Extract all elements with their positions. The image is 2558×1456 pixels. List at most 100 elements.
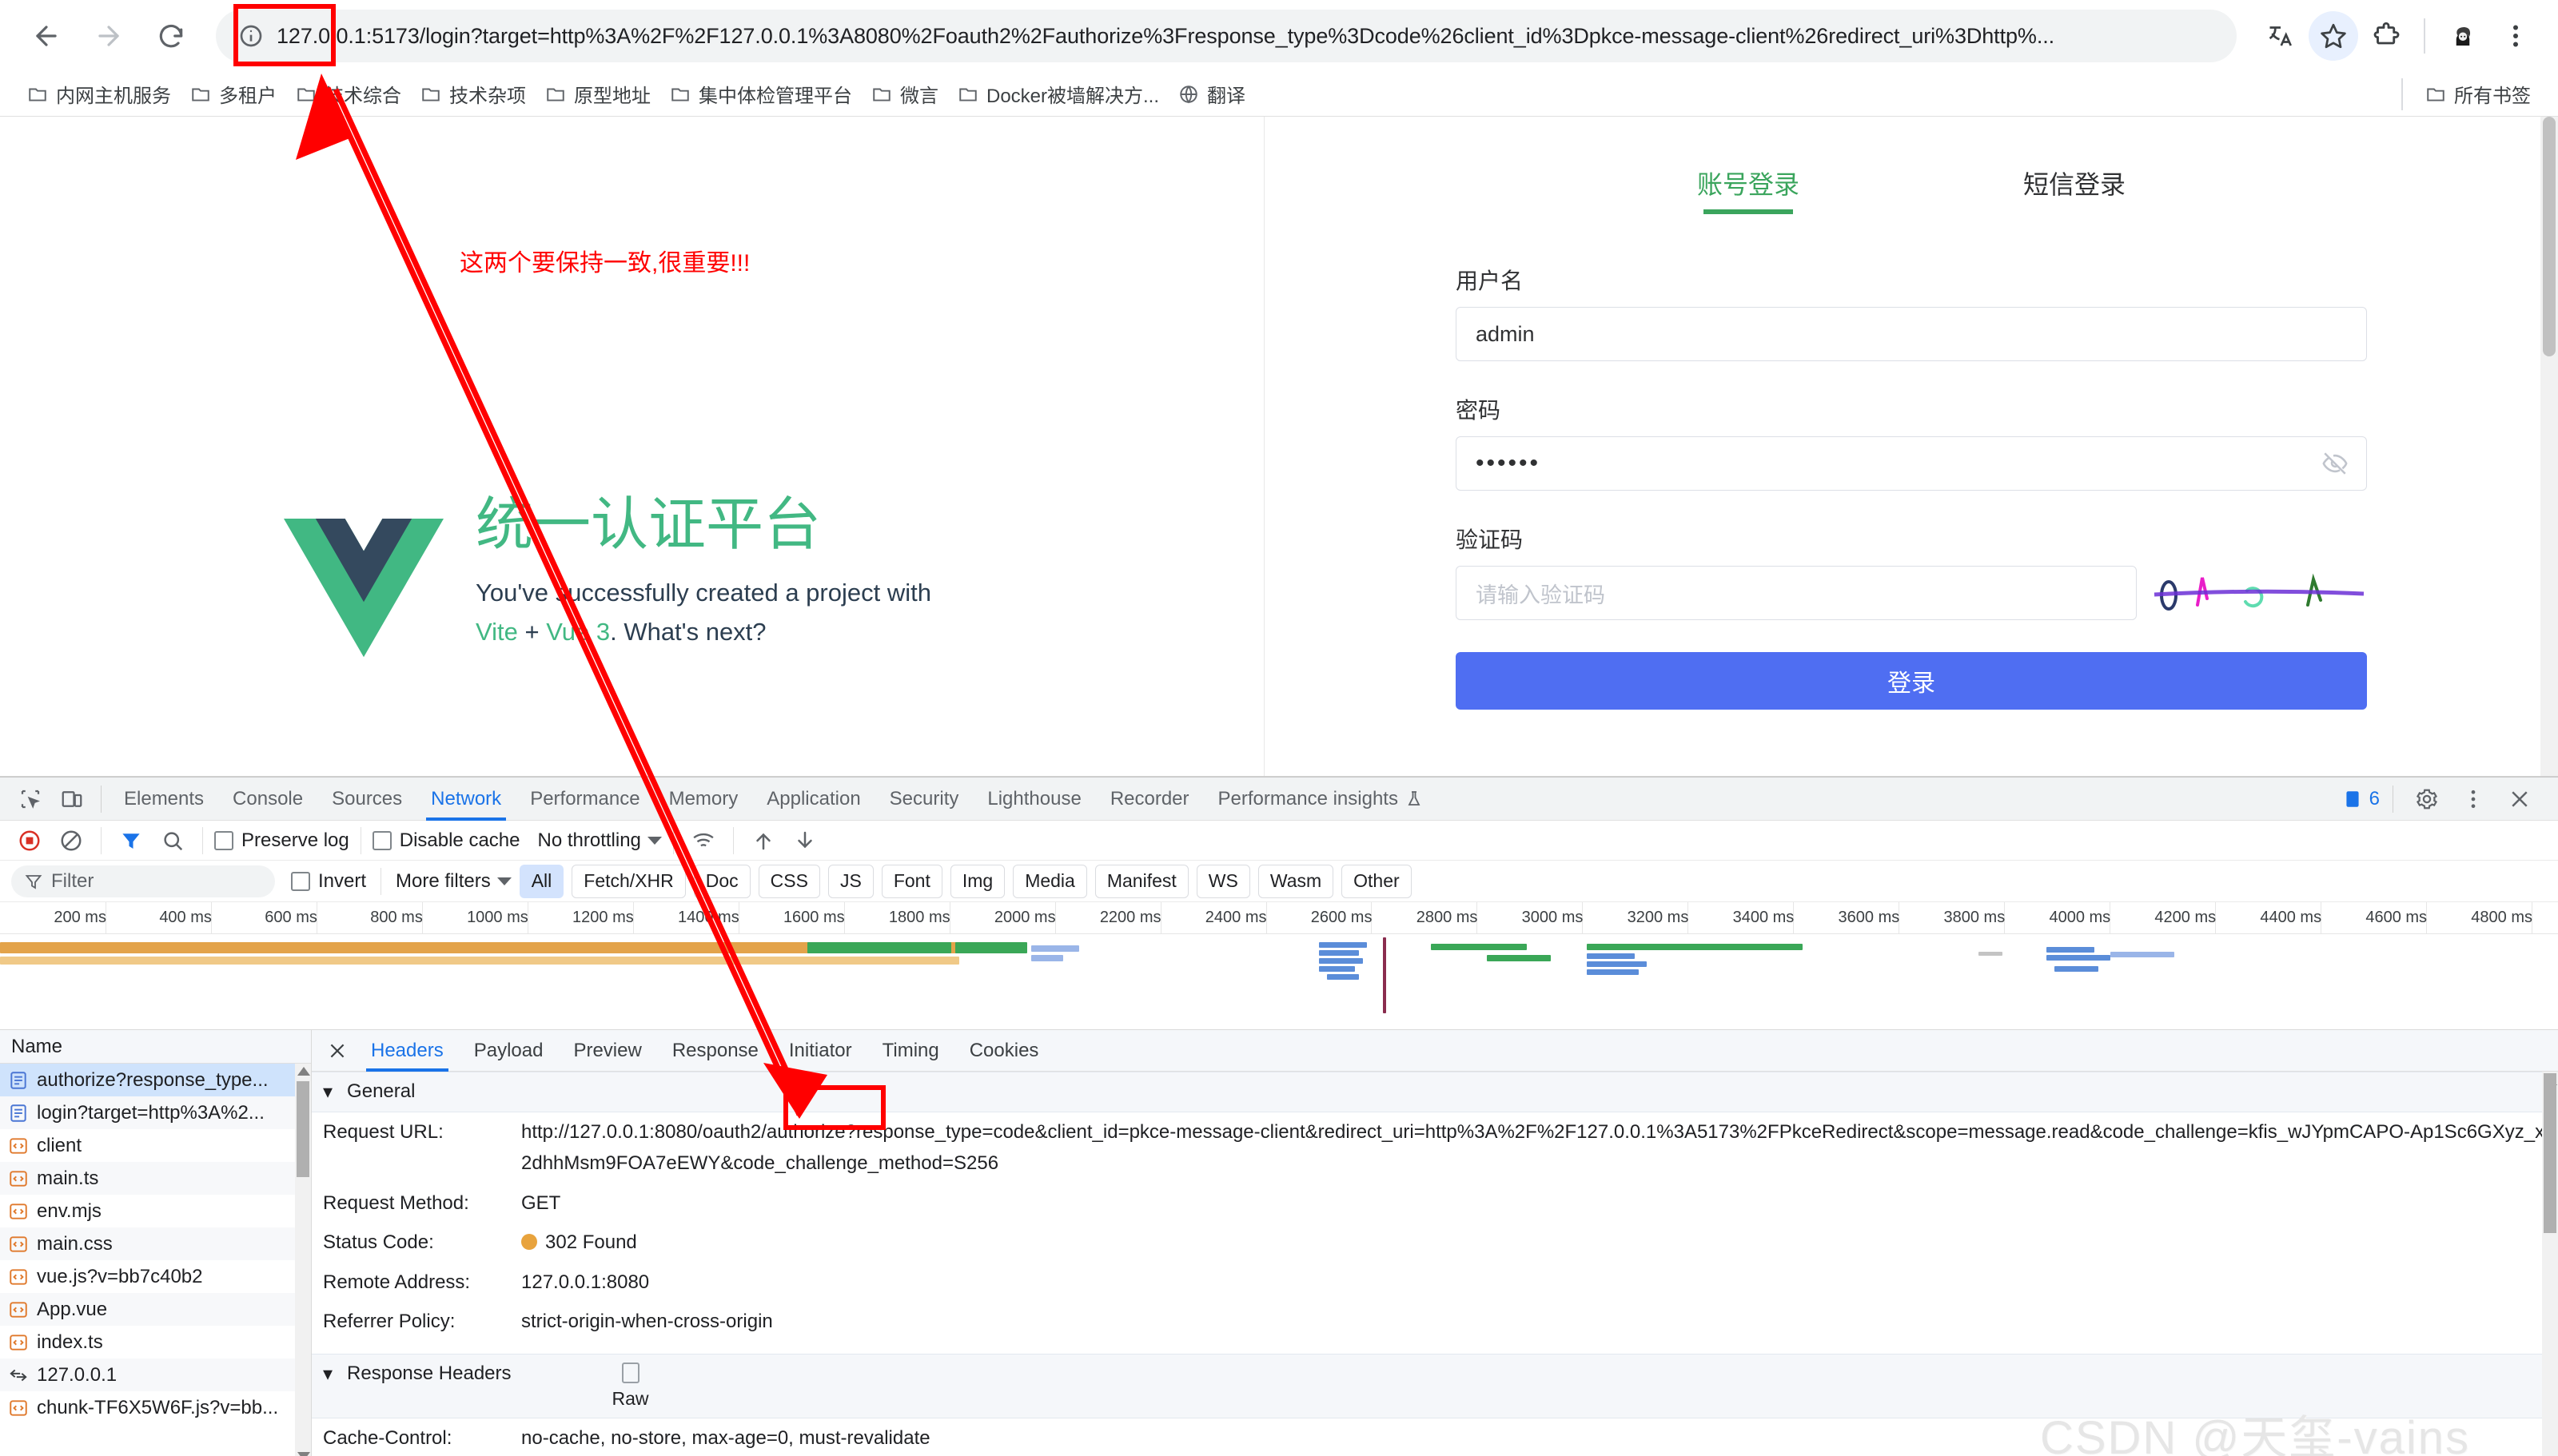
vite-link[interactable]: Vite — [476, 618, 518, 646]
type-chip-doc[interactable]: Doc — [693, 864, 751, 898]
type-chip-img[interactable]: Img — [950, 864, 1006, 898]
request-row[interactable]: index.ts — [0, 1326, 311, 1359]
message-count-badge[interactable]: 6 — [2342, 788, 2380, 810]
request-row[interactable]: 127.0.0.1 — [0, 1359, 311, 1392]
translate-icon[interactable] — [2256, 11, 2305, 61]
type-chip-ws[interactable]: WS — [1196, 864, 1250, 898]
password-input[interactable]: •••••• — [1456, 436, 2367, 491]
preserve-log-box[interactable] — [214, 830, 233, 850]
type-chip-font[interactable]: Font — [881, 864, 942, 898]
tab-sms-login[interactable]: 短信登录 — [2023, 165, 2126, 214]
bookmark-item[interactable]: 技术杂项 — [411, 75, 536, 113]
eye-off-icon[interactable] — [2321, 450, 2349, 477]
type-chip-media[interactable]: Media — [1013, 864, 1087, 898]
bookmark-item[interactable]: 多租户 — [181, 75, 286, 113]
detail-tab-timing[interactable]: Timing — [868, 1030, 954, 1072]
raw-checkbox[interactable] — [621, 1362, 640, 1383]
detail-tab-preview[interactable]: Preview — [559, 1030, 655, 1072]
request-row[interactable]: env.mjs — [0, 1195, 311, 1227]
detail-tab-payload[interactable]: Payload — [460, 1030, 558, 1072]
type-chip-css[interactable]: CSS — [758, 864, 820, 898]
scroll-up-arrow-icon[interactable] — [297, 1067, 310, 1076]
type-chip-manifest[interactable]: Manifest — [1094, 864, 1189, 898]
request-scrollbar-thumb[interactable] — [297, 1081, 309, 1178]
tab-lighthouse[interactable]: Lighthouse — [973, 778, 1095, 821]
bookmark-item[interactable]: 技术综合 — [286, 75, 411, 113]
request-row[interactable]: App.vue — [0, 1293, 311, 1327]
detail-tab-cookies[interactable]: Cookies — [955, 1030, 1054, 1072]
username-input[interactable]: admin — [1456, 307, 2367, 361]
preserve-log-checkbox[interactable]: Preserve log — [214, 829, 349, 852]
all-bookmarks[interactable]: 所有书签 — [2401, 75, 2540, 113]
tab-application[interactable]: Application — [752, 778, 875, 821]
type-chip-other[interactable]: Other — [1341, 864, 1412, 898]
detail-tab-headers[interactable]: Headers — [357, 1030, 458, 1072]
tab-performance[interactable]: Performance — [516, 778, 654, 821]
tab-performance-insights[interactable]: Performance insights — [1204, 778, 1438, 821]
page-scrollbar-thumb[interactable] — [2543, 117, 2556, 356]
tab-recorder[interactable]: Recorder — [1096, 778, 1204, 821]
general-section-header[interactable]: ▾ General — [312, 1072, 2558, 1113]
detail-scrollbar[interactable] — [2542, 1072, 2558, 1456]
type-chip-js[interactable]: JS — [827, 864, 874, 898]
captcha-image[interactable] — [2151, 567, 2367, 619]
record-button[interactable] — [11, 824, 48, 857]
request-row[interactable]: client — [0, 1129, 311, 1162]
captcha-input[interactable]: 请输入验证码 — [1456, 566, 2137, 620]
request-row[interactable]: main.ts — [0, 1162, 311, 1195]
detail-tab-response[interactable]: Response — [658, 1030, 773, 1072]
address-bar[interactable]: 127.0.0.1:5173/login?target=http%3A%2F%2… — [216, 10, 2237, 62]
bookmark-item[interactable]: 内网主机服务 — [18, 75, 181, 113]
vue-link[interactable]: Vue 3 — [546, 618, 610, 646]
bookmark-item[interactable]: 集中体检管理平台 — [660, 75, 862, 113]
tab-console[interactable]: Console — [218, 778, 317, 821]
devtools-close-icon[interactable] — [2499, 782, 2540, 817]
bookmark-item[interactable]: 翻译 — [1169, 75, 1255, 113]
forward-button[interactable] — [80, 7, 137, 65]
type-chip-fetch-xhr[interactable]: Fetch/XHR — [572, 864, 686, 898]
detail-tab-initiator[interactable]: Initiator — [775, 1030, 867, 1072]
bookmark-item[interactable]: 原型地址 — [536, 75, 660, 113]
bookmark-star-icon[interactable] — [2309, 11, 2358, 61]
more-filters-dropdown[interactable]: More filters — [396, 870, 512, 893]
page-scrollbar[interactable] — [2540, 117, 2558, 776]
clear-button[interactable] — [53, 824, 90, 857]
request-row[interactable]: main.css — [0, 1227, 311, 1261]
scroll-down-arrow-icon[interactable] — [297, 1452, 310, 1456]
invert-box[interactable] — [291, 871, 310, 891]
device-toolbar-icon[interactable] — [51, 782, 93, 817]
request-row[interactable]: login?target=http%3A%2... — [0, 1096, 311, 1130]
chrome-menu-icon[interactable] — [2491, 11, 2540, 61]
request-list-scrollbar[interactable] — [295, 1064, 311, 1456]
login-submit-button[interactable]: 登录 — [1456, 652, 2367, 710]
invert-checkbox[interactable]: Invert — [291, 870, 366, 893]
tab-sources[interactable]: Sources — [317, 778, 416, 821]
tab-security[interactable]: Security — [875, 778, 974, 821]
type-chip-all[interactable]: All — [519, 864, 564, 898]
all-bookmarks-button[interactable]: 所有书签 — [2416, 75, 2540, 113]
settings-gear-icon[interactable] — [2406, 782, 2448, 817]
detail-scrollbar-thumb[interactable] — [2544, 1073, 2556, 1234]
import-har-icon[interactable] — [745, 824, 782, 857]
inspect-element-icon[interactable] — [10, 782, 51, 817]
request-row[interactable]: chunk-TF6X5W6F.js?v=bb... — [0, 1391, 311, 1424]
search-icon[interactable] — [154, 824, 191, 857]
detail-close-icon[interactable] — [320, 1033, 355, 1068]
reload-button[interactable] — [142, 7, 200, 65]
export-har-icon[interactable] — [787, 824, 823, 857]
extensions-puzzle-icon[interactable] — [2361, 11, 2411, 61]
back-button[interactable] — [18, 7, 75, 65]
profile-avatar[interactable] — [2438, 11, 2488, 61]
devtools-menu-icon[interactable] — [2452, 782, 2494, 817]
tab-elements[interactable]: Elements — [110, 778, 218, 821]
bookmark-item[interactable]: 微言 — [862, 75, 948, 113]
tab-memory[interactable]: Memory — [655, 778, 753, 821]
request-row[interactable]: vue.js?v=bb7c40b2 — [0, 1260, 311, 1293]
disable-cache-box[interactable] — [372, 830, 392, 850]
tab-account-login[interactable]: 账号登录 — [1697, 165, 1799, 214]
request-row[interactable]: authorize?response_type... — [0, 1064, 311, 1097]
type-chip-wasm[interactable]: Wasm — [1257, 864, 1334, 898]
throttling-dropdown[interactable]: No throttling — [537, 829, 662, 852]
network-conditions-icon[interactable] — [685, 824, 722, 857]
filter-icon[interactable] — [113, 824, 149, 857]
